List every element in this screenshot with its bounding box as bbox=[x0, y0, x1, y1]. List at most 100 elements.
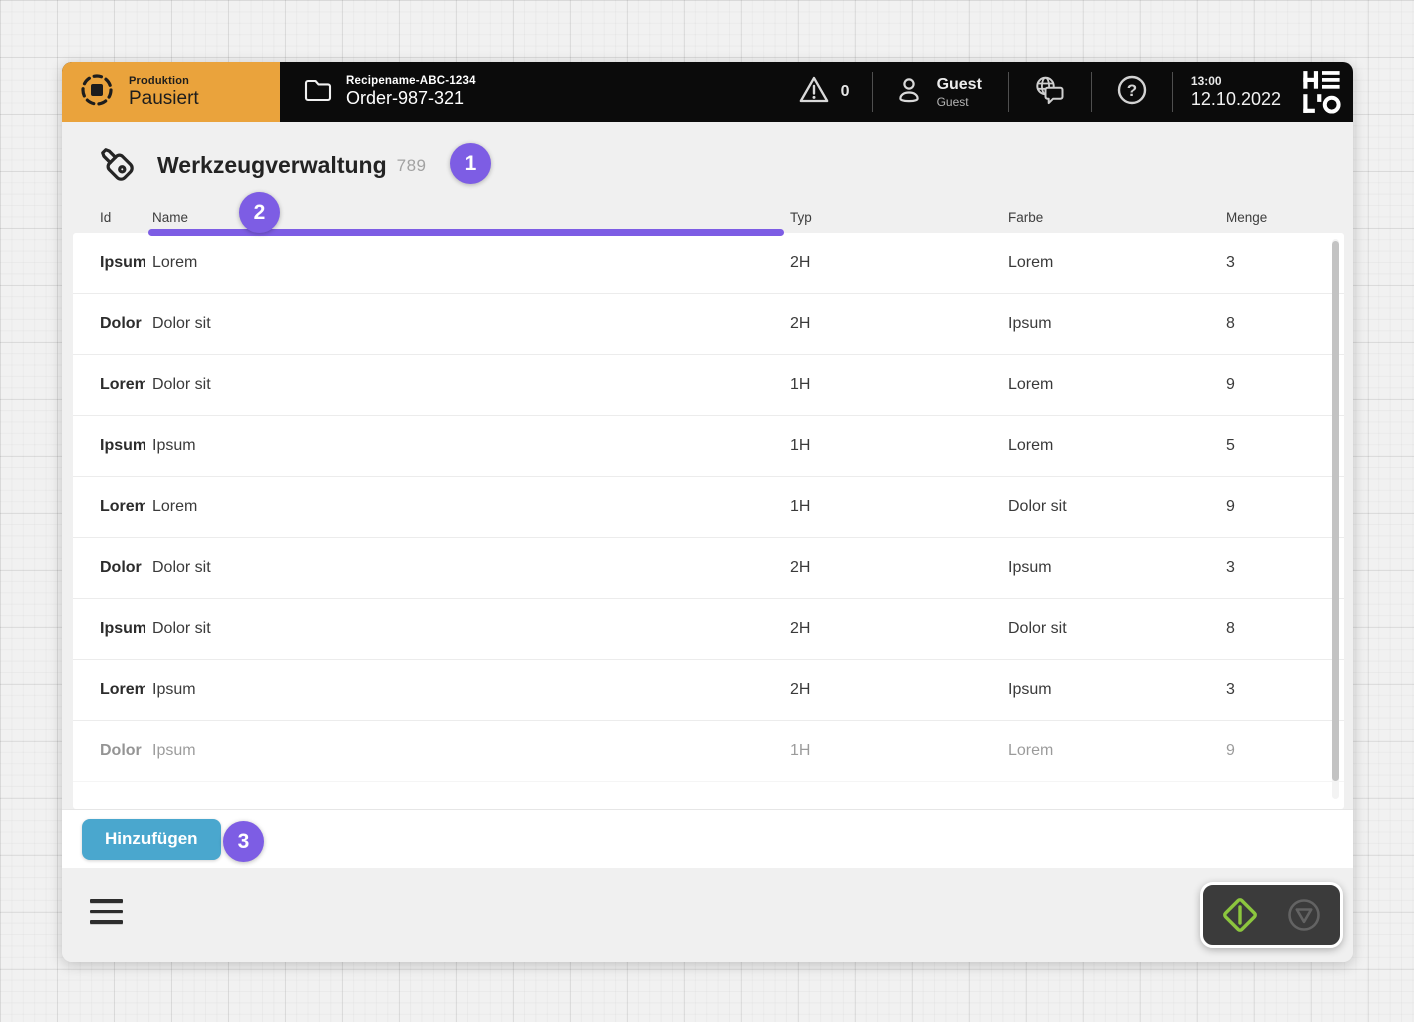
status-label: Produktion bbox=[129, 75, 199, 87]
cell-menge: 3 bbox=[1226, 681, 1296, 699]
cell-id: Ipsum bbox=[100, 254, 145, 272]
language-button[interactable] bbox=[1009, 62, 1091, 122]
clock-time: 13:00 bbox=[1191, 74, 1281, 88]
cell-farbe: Dolor sit bbox=[1008, 620, 1226, 638]
cell-menge: 9 bbox=[1226, 742, 1296, 760]
cell-farbe: Lorem bbox=[1008, 742, 1226, 760]
help-button[interactable]: ? bbox=[1092, 62, 1172, 122]
cell-farbe: Lorem bbox=[1008, 254, 1226, 272]
cell-farbe: Lorem bbox=[1008, 376, 1226, 394]
cell-farbe: Ipsum bbox=[1008, 315, 1226, 333]
cell-menge: 3 bbox=[1226, 254, 1296, 272]
cell-farbe: Ipsum bbox=[1008, 681, 1226, 699]
helio-logo bbox=[1299, 62, 1353, 122]
tool-table: Ipsum Lorem 2H Lorem 3 Dolor Dolor sit 2… bbox=[73, 233, 1344, 809]
table-row[interactable]: Lorem Dolor sit 1H Lorem 9 bbox=[73, 355, 1344, 416]
user-name: Guest bbox=[937, 76, 982, 94]
column-header-name[interactable]: Name bbox=[152, 210, 188, 225]
cell-menge: 8 bbox=[1226, 315, 1296, 333]
table-row[interactable]: Dolor Dolor sit 2H Ipsum 8 bbox=[73, 294, 1344, 355]
menu-bar bbox=[90, 899, 123, 903]
cell-name: Lorem bbox=[152, 498, 790, 516]
cell-typ: 2H bbox=[790, 254, 1008, 272]
svg-text:?: ? bbox=[1127, 81, 1137, 100]
cell-name: Dolor sit bbox=[152, 559, 790, 577]
user-texts: Guest Guest bbox=[937, 76, 982, 109]
cell-name: Ipsum bbox=[152, 437, 790, 455]
cell-id: Lorem bbox=[100, 681, 145, 699]
start-button[interactable] bbox=[1217, 892, 1263, 938]
annotation-badge-2: 2 bbox=[239, 192, 280, 233]
cell-menge: 3 bbox=[1226, 559, 1296, 577]
stop-button[interactable] bbox=[1281, 892, 1327, 938]
cell-typ: 1H bbox=[790, 437, 1008, 455]
alarm-count: 0 bbox=[841, 83, 850, 101]
cell-menge: 5 bbox=[1226, 437, 1296, 455]
page-item-count: 789 bbox=[397, 156, 427, 176]
production-status-button[interactable]: Produktion Pausiert bbox=[62, 62, 280, 122]
paused-state-icon bbox=[78, 71, 116, 114]
page-header: Werkzeugverwaltung 789 bbox=[95, 142, 427, 189]
cell-menge: 9 bbox=[1226, 376, 1296, 394]
folder-icon bbox=[303, 76, 333, 109]
user-role: Guest bbox=[937, 95, 982, 109]
cell-name: Dolor sit bbox=[152, 315, 790, 333]
table-row[interactable]: Dolor Dolor sit 2H Ipsum 3 bbox=[73, 538, 1344, 599]
cell-id: Lorem bbox=[100, 376, 145, 394]
cell-id: Dolor bbox=[100, 559, 145, 577]
cell-typ: 2H bbox=[790, 559, 1008, 577]
column-header-id[interactable]: Id bbox=[100, 210, 111, 225]
cell-name: Ipsum bbox=[152, 742, 790, 760]
annotation-badge-1: 1 bbox=[450, 143, 491, 184]
add-button[interactable]: Hinzufügen bbox=[82, 819, 221, 860]
production-status-text: Produktion Pausiert bbox=[129, 75, 199, 110]
cell-farbe: Lorem bbox=[1008, 437, 1226, 455]
column-header-menge[interactable]: Menge bbox=[1226, 210, 1267, 225]
menu-icon[interactable] bbox=[90, 899, 124, 924]
table-row[interactable]: Dolor Ipsum 1H Lorem 9 bbox=[73, 721, 1344, 782]
cell-typ: 2H bbox=[790, 620, 1008, 638]
language-globe-icon bbox=[1032, 73, 1068, 112]
cell-farbe: Ipsum bbox=[1008, 559, 1226, 577]
annotation-badge-3: 3 bbox=[223, 821, 264, 862]
start-icon bbox=[1217, 892, 1263, 938]
cell-name: Lorem bbox=[152, 254, 790, 272]
help-icon: ? bbox=[1115, 73, 1149, 112]
table-row[interactable]: Lorem Ipsum 2H Ipsum 3 bbox=[73, 660, 1344, 721]
column-header-typ[interactable]: Typ bbox=[790, 210, 812, 225]
cell-id: Ipsum bbox=[100, 620, 145, 638]
cell-id: Lorem bbox=[100, 498, 145, 516]
cell-typ: 2H bbox=[790, 681, 1008, 699]
tool-icon bbox=[95, 142, 137, 189]
page-title: Werkzeugverwaltung bbox=[157, 152, 387, 179]
topbar-spacer bbox=[476, 62, 775, 122]
cell-farbe: Dolor sit bbox=[1008, 498, 1226, 516]
cell-typ: 1H bbox=[790, 498, 1008, 516]
cell-name: Ipsum bbox=[152, 681, 790, 699]
stop-icon bbox=[1281, 892, 1327, 938]
table-row[interactable]: Lorem Lorem 1H Dolor sit 9 bbox=[73, 477, 1344, 538]
order-texts: Recipename-ABC-1234 Order-987-321 bbox=[346, 75, 476, 109]
user-account-button[interactable]: Guest Guest bbox=[873, 62, 1008, 122]
order-number: Order-987-321 bbox=[346, 88, 476, 109]
recipe-name: Recipename-ABC-1234 bbox=[346, 75, 476, 87]
table-row[interactable]: Ipsum Ipsum 1H Lorem 5 bbox=[73, 416, 1344, 477]
table-row[interactable]: Ipsum Lorem 2H Lorem 3 bbox=[73, 233, 1344, 294]
datetime-display: 13:00 12.10.2022 bbox=[1173, 62, 1299, 122]
menu-bar bbox=[90, 920, 123, 924]
bottom-bar bbox=[62, 868, 1353, 962]
cell-typ: 1H bbox=[790, 742, 1008, 760]
alarm-counter-button[interactable]: 0 bbox=[775, 62, 872, 122]
annotation-underline-name-column bbox=[148, 229, 784, 236]
cell-menge: 9 bbox=[1226, 498, 1296, 516]
order-info-button[interactable]: Recipename-ABC-1234 Order-987-321 bbox=[280, 62, 476, 122]
table-row[interactable]: Ipsum Dolor sit 2H Dolor sit 8 bbox=[73, 599, 1344, 660]
menu-bar bbox=[90, 910, 123, 914]
run-control-panel bbox=[1200, 882, 1343, 948]
scrollbar-thumb[interactable] bbox=[1332, 241, 1339, 781]
app-window: Produktion Pausiert Recipename-ABC-1234 … bbox=[62, 62, 1353, 962]
table-body: Ipsum Lorem 2H Lorem 3 Dolor Dolor sit 2… bbox=[73, 233, 1344, 782]
cell-name: Dolor sit bbox=[152, 376, 790, 394]
column-header-farbe[interactable]: Farbe bbox=[1008, 210, 1043, 225]
cell-typ: 2H bbox=[790, 315, 1008, 333]
